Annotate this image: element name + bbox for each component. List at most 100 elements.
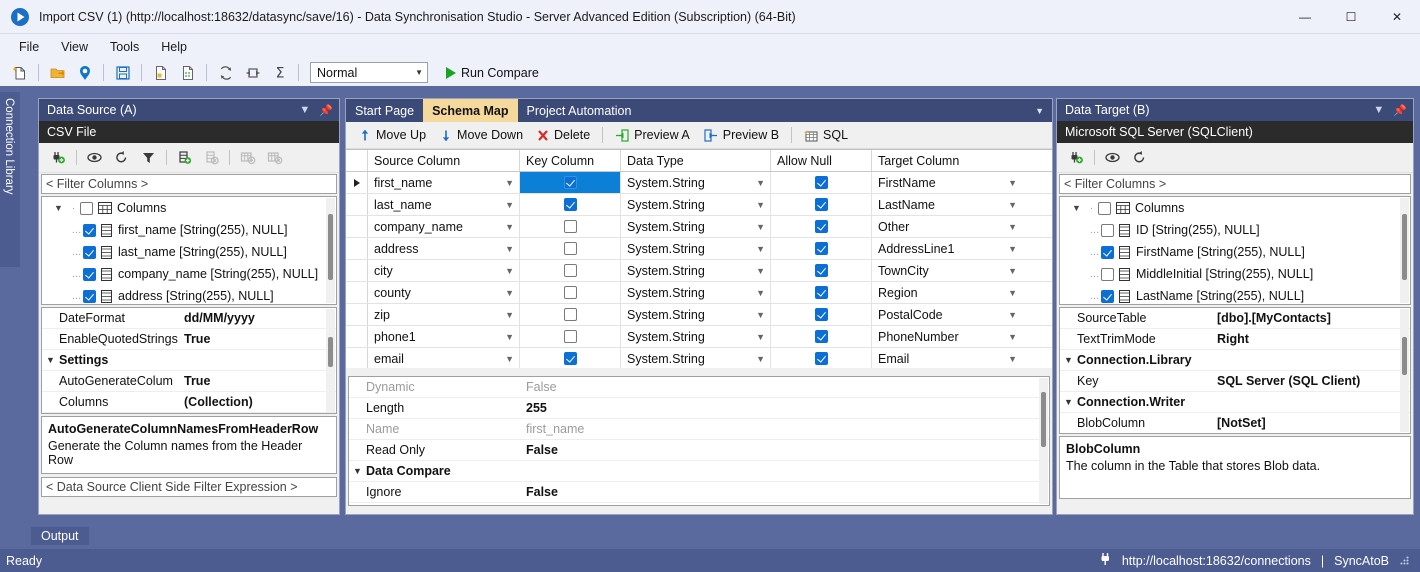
source-filter-expression-input[interactable]: < Data Source Client Side Filter Express… [41,477,337,497]
schema-map-grid[interactable]: Source Column Key Column Data Type Allow… [346,149,1052,368]
chevron-down-icon[interactable]: ▼ [756,200,765,210]
chevron-down-icon[interactable]: ▼ [756,354,765,364]
column-checkbox[interactable] [83,289,96,303]
cell-key-column[interactable] [520,194,621,215]
allow-null-checkbox[interactable] [814,352,828,365]
refresh-icon[interactable] [108,146,135,170]
table-row[interactable]: zip ▼ System.String ▼ PostalCode ▼ [346,304,1052,326]
key-column-checkbox[interactable] [563,242,577,255]
cell-allow-null[interactable] [771,326,872,347]
target-property-scrollbar[interactable] [1400,309,1409,432]
cell-target-column[interactable]: Email ▼ [872,348,1022,368]
column-checkbox[interactable] [1101,289,1114,303]
chevron-down-icon[interactable]: ▼ [1008,266,1017,276]
header-key-column[interactable]: Key Column [520,150,621,171]
chevron-down-icon[interactable]: ▼ [505,332,514,342]
cell-key-column[interactable] [520,282,621,303]
chevron-down-icon[interactable]: ▼ [505,200,514,210]
column-checkbox[interactable] [1101,245,1114,259]
key-column-checkbox[interactable] [563,176,577,189]
chevron-down-icon[interactable]: ▼ [1072,203,1085,213]
chevron-down-icon[interactable]: ▼ [349,466,366,476]
column-checkbox[interactable] [83,223,96,237]
property-row[interactable]: AutoGenerateColum True [42,371,336,392]
add-connection-icon[interactable] [1063,146,1090,170]
cell-source-column[interactable]: phone1 ▼ [368,326,520,347]
scrollbar-thumb[interactable] [1402,337,1407,375]
new-document-icon[interactable] [6,61,33,85]
property-value[interactable]: [NotSet] [1212,416,1410,430]
cell-allow-null[interactable] [771,282,872,303]
table-row[interactable]: county ▼ System.String ▼ Region ▼ [346,282,1052,304]
chevron-down-icon[interactable]: ▼ [1008,178,1017,188]
cell-target-column[interactable]: Region ▼ [872,282,1022,303]
chevron-down-icon[interactable]: ▼ [505,288,514,298]
cell-key-column[interactable] [520,216,621,237]
scrollbar-thumb[interactable] [328,337,333,367]
key-column-checkbox[interactable] [563,330,577,343]
list-item[interactable]: … address [String(255), NULL] [42,285,336,304]
chevron-down-icon[interactable]: ▼ [505,310,514,320]
key-column-checkbox[interactable] [563,264,577,277]
add-column-icon[interactable] [171,146,198,170]
center-property-scrollbar[interactable] [1039,378,1048,504]
allow-null-checkbox[interactable] [814,308,828,321]
cell-allow-null[interactable] [771,194,872,215]
property-value[interactable]: False [521,443,1049,457]
cell-allow-null[interactable] [771,216,872,237]
property-value[interactable]: False [521,485,1049,499]
delete-button[interactable]: Delete [530,125,597,145]
target-columns-tree[interactable]: ▼ · Columns … ID [String(255), NULL] … F… [1059,196,1411,305]
list-item[interactable]: … first_name [String(255), NULL] [42,219,336,241]
column-checkbox[interactable] [83,267,96,281]
property-row[interactable]: BlobColumn [NotSet] [1060,413,1410,433]
property-row[interactable]: Key SQL Server (SQL Client) [1060,371,1410,392]
table-row[interactable]: address ▼ System.String ▼ AddressLine1 ▼ [346,238,1052,260]
compare-mode-select[interactable]: Normal ▼ [310,62,428,83]
list-item[interactable]: … company_name [String(255), NULL] [42,263,336,285]
status-connection-url[interactable]: http://localhost:18632/connections [1122,554,1311,568]
root-checkbox[interactable] [1098,201,1111,215]
preview-a-button[interactable]: Preview A [608,125,697,145]
maximize-button[interactable]: ☐ [1328,0,1374,34]
key-column-checkbox[interactable] [563,308,577,321]
scrollbar-thumb[interactable] [328,214,333,280]
cell-data-type[interactable]: System.String ▼ [621,260,771,281]
export-icon[interactable] [147,61,174,85]
menu-file[interactable]: File [8,37,50,57]
cell-key-column[interactable] [520,172,621,193]
save-icon[interactable] [109,61,136,85]
cell-data-type[interactable]: System.String ▼ [621,304,771,325]
property-value[interactable]: True [179,374,336,388]
table-row[interactable]: city ▼ System.String ▼ TownCity ▼ [346,260,1052,282]
property-row[interactable]: Name first_name [349,419,1049,440]
preview-b-button[interactable]: Preview B [697,125,786,145]
cell-data-type[interactable]: System.String ▼ [621,172,771,193]
cell-allow-null[interactable] [771,172,872,193]
preview-eye-icon[interactable] [81,146,108,170]
chevron-down-icon[interactable]: ▼ [756,178,765,188]
property-row[interactable]: Columns (Collection) [42,392,336,413]
cell-data-type[interactable]: System.String ▼ [621,282,771,303]
close-button[interactable]: ✕ [1374,0,1420,34]
menu-tools[interactable]: Tools [99,37,150,57]
property-row[interactable]: SourceTable [dbo].[MyContacts] [1060,308,1410,329]
list-item[interactable]: … last_name [String(255), NULL] [42,241,336,263]
scrollbar-thumb[interactable] [1041,392,1046,447]
property-category-row[interactable]: ▼ Connection.Writer [1060,392,1410,413]
cell-source-column[interactable]: zip ▼ [368,304,520,325]
property-row[interactable]: DateFormat dd/MM/yyyy [42,308,336,329]
table-row[interactable]: first_name ▼ System.String ▼ FirstName ▼ [346,172,1052,194]
preview-eye-icon[interactable] [1099,146,1126,170]
cell-data-type[interactable]: System.String ▼ [621,326,771,347]
cell-target-column[interactable]: PostalCode ▼ [872,304,1022,325]
menu-help[interactable]: Help [150,37,198,57]
cell-allow-null[interactable] [771,238,872,259]
cell-source-column[interactable]: city ▼ [368,260,520,281]
column-checkbox[interactable] [83,245,96,259]
property-value[interactable]: dd/MM/yyyy [179,311,336,325]
table-row[interactable]: company_name ▼ System.String ▼ Other ▼ [346,216,1052,238]
chevron-down-icon[interactable]: ▼ [756,244,765,254]
chevron-down-icon[interactable]: ▼ [1008,310,1017,320]
list-item[interactable]: … MiddleInitial [String(255), NULL] [1060,263,1410,285]
